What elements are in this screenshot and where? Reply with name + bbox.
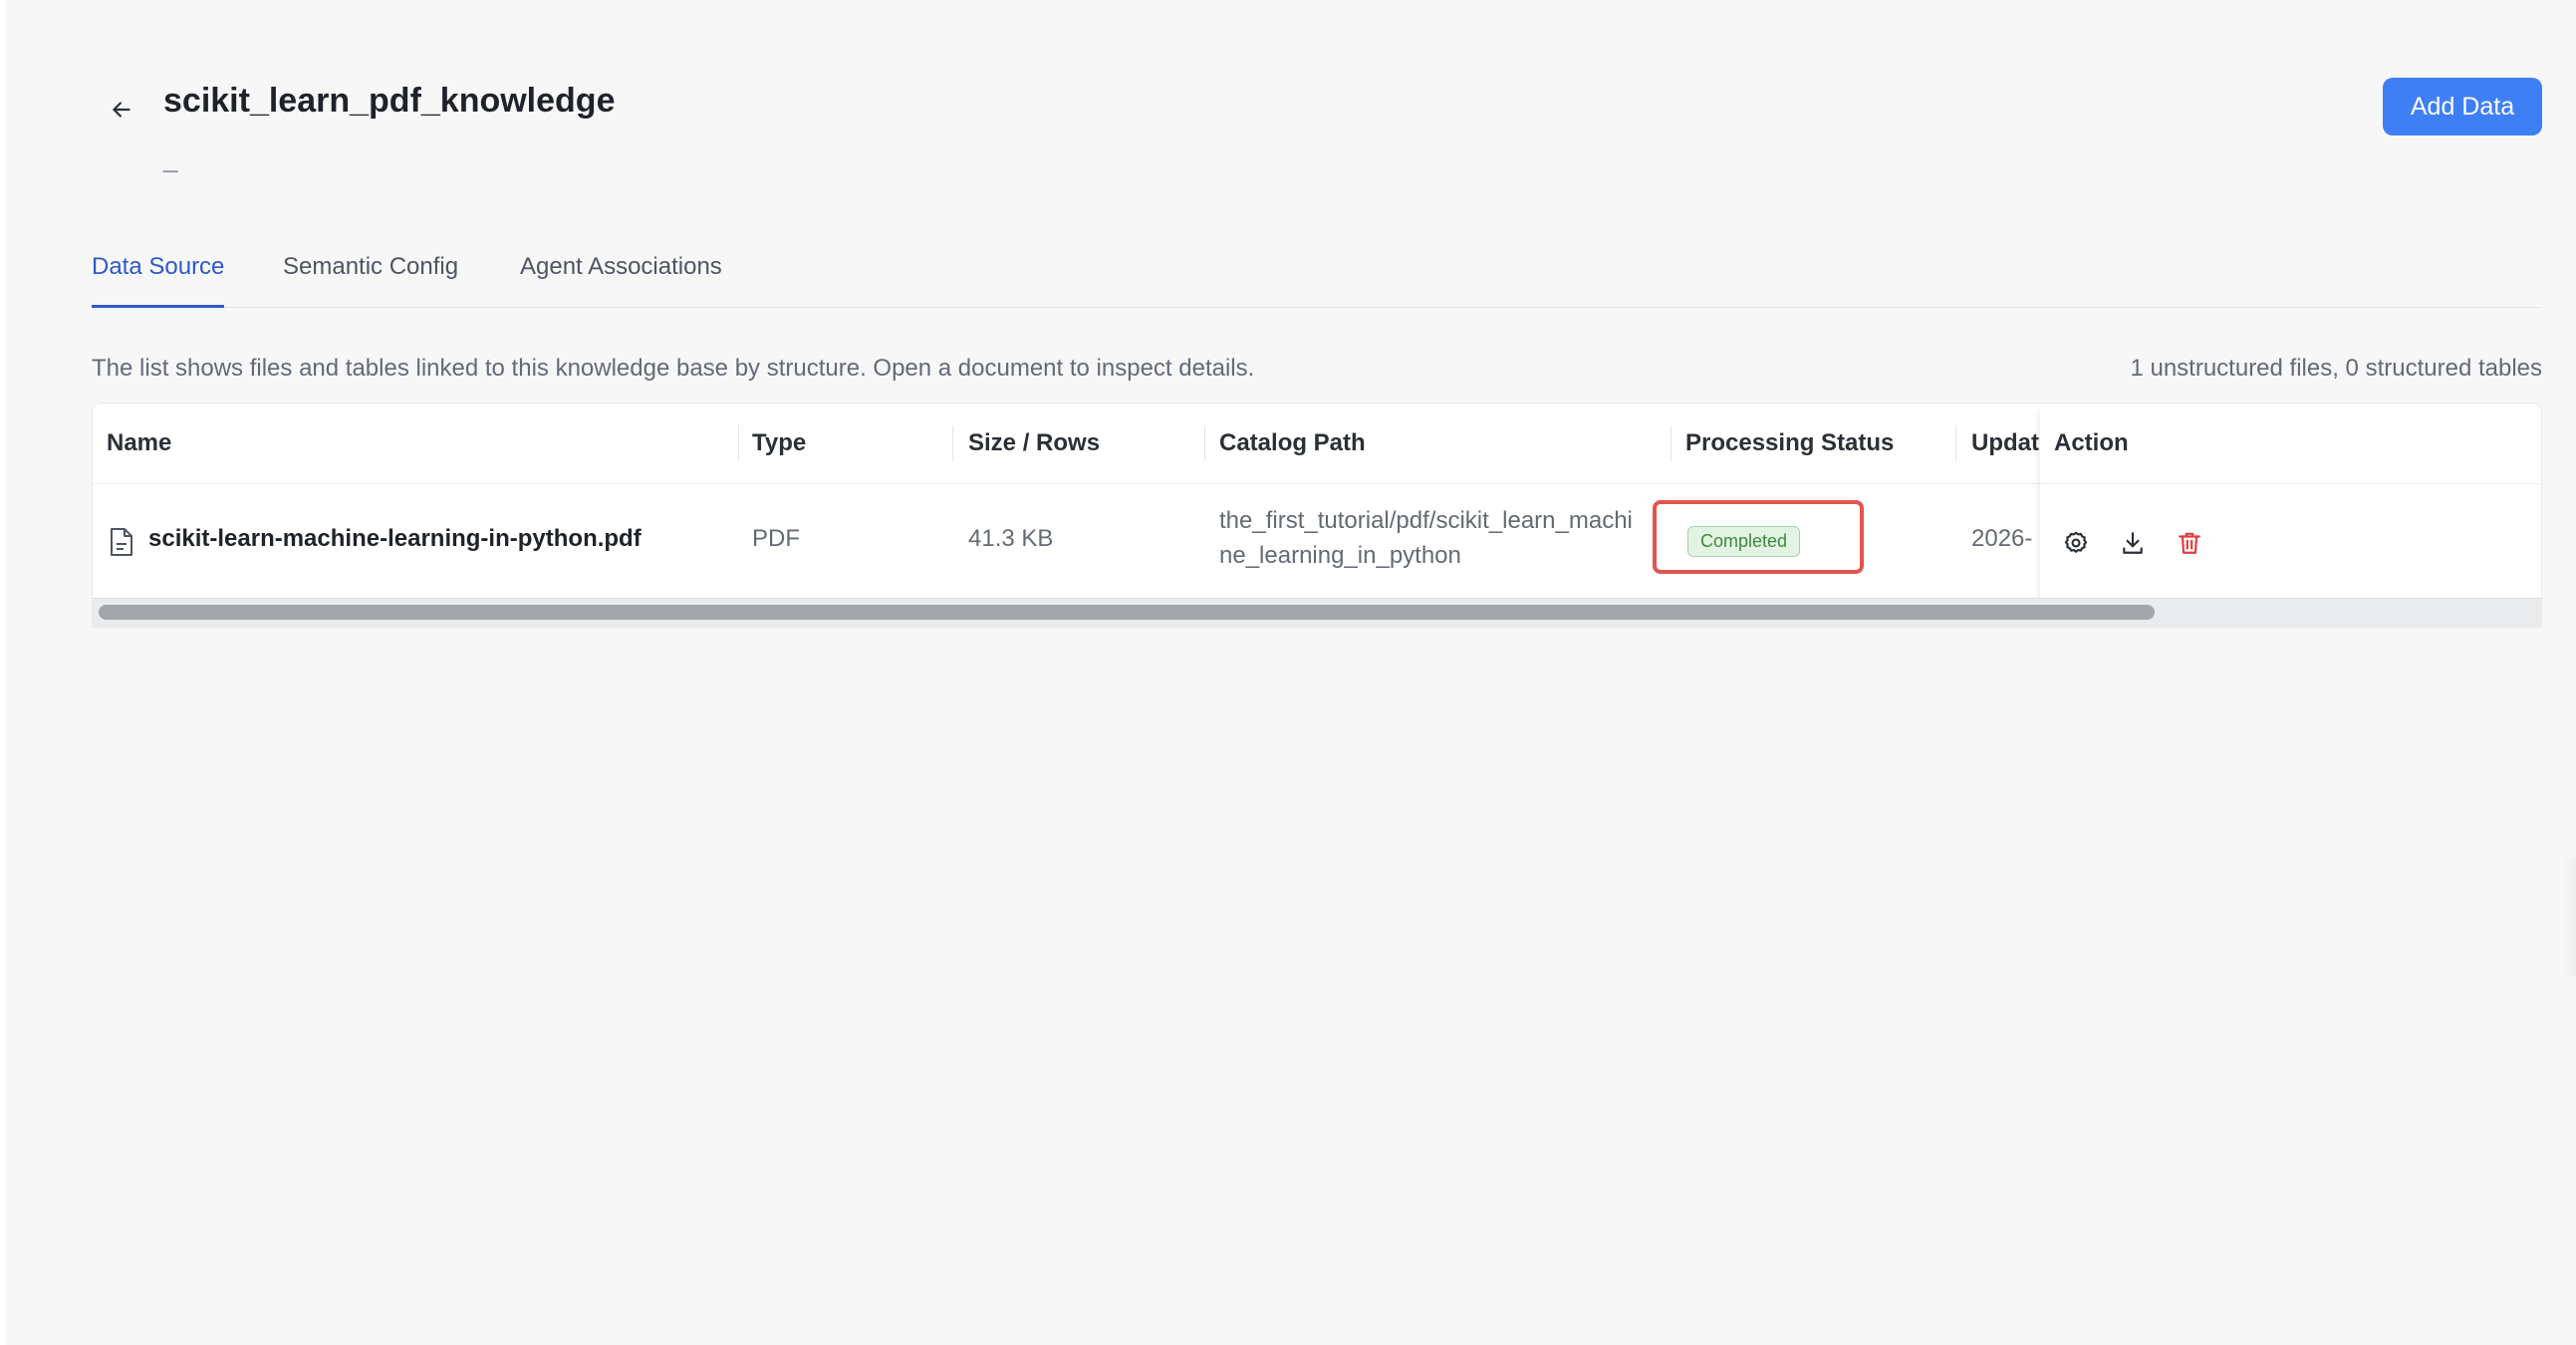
updated-date: 2026-: [1971, 525, 2033, 552]
column-divider: [952, 425, 953, 461]
scrollbar-thumb[interactable]: [99, 605, 2155, 620]
tab-agent-associations[interactable]: Agent Associations: [520, 253, 722, 305]
right-edge-shade: [2564, 857, 2576, 976]
tab-semantic-config[interactable]: Semantic Config: [283, 253, 458, 305]
catalog-path-line-2: ne_learning_in_python: [1219, 542, 1461, 569]
list-description: The list shows files and tables linked t…: [92, 355, 1255, 382]
column-header-name[interactable]: Name: [107, 429, 171, 457]
column-header-updated[interactable]: Updated: [1971, 429, 2039, 457]
left-edge: [0, 0, 6, 1345]
column-header-action: Action: [2054, 429, 2129, 456]
delete-button[interactable]: [2174, 527, 2205, 559]
column-divider: [738, 425, 739, 461]
trash-icon: [2179, 532, 2200, 554]
gear-icon: [2064, 531, 2088, 553]
download-button[interactable]: [2117, 527, 2149, 559]
column-divider: [1671, 425, 1672, 461]
data-source-table: Name Type Size / Rows Catalog Path Proce…: [92, 403, 2542, 628]
arrow-left-icon: [113, 102, 130, 118]
tab-bar: Data Source Semantic Config Agent Associ…: [92, 247, 2542, 308]
tab-data-source[interactable]: Data Source: [92, 253, 225, 308]
column-header-processing-status[interactable]: Processing Status: [1685, 429, 1894, 457]
header-divider: [2040, 483, 2541, 484]
column-divider: [1955, 425, 1956, 461]
column-header-catalog-path[interactable]: Catalog Path: [1219, 429, 1366, 457]
horizontal-scrollbar[interactable]: [93, 598, 2541, 627]
info-row: The list shows files and tables linked t…: [92, 355, 2542, 385]
highlight-annotation: [1653, 500, 1864, 574]
catalog-path-line-1: the_first_tutorial/pdf/scikit_learn_mach…: [1219, 507, 1633, 534]
page-header: scikit_learn_pdf_knowledge _ Add Data: [92, 66, 2542, 185]
file-type: PDF: [752, 525, 800, 552]
back-button[interactable]: [102, 90, 141, 130]
file-name-link[interactable]: scikit-learn-machine-learning-in-python.…: [148, 525, 642, 553]
settings-button[interactable]: [2060, 527, 2092, 559]
action-column: Action: [2040, 404, 2541, 627]
add-data-button[interactable]: Add Data: [2383, 78, 2542, 135]
column-divider: [1204, 425, 1205, 461]
download-icon: [2123, 532, 2143, 554]
list-summary: 1 unstructured files, 0 structured table…: [2130, 355, 2542, 382]
page-subtitle: _: [163, 143, 178, 173]
file-size: 41.3 KB: [968, 525, 1054, 552]
file-document-icon: [111, 528, 132, 556]
column-header-type[interactable]: Type: [752, 429, 806, 457]
page-title: scikit_learn_pdf_knowledge: [163, 82, 616, 120]
column-header-size[interactable]: Size / Rows: [968, 429, 1100, 457]
